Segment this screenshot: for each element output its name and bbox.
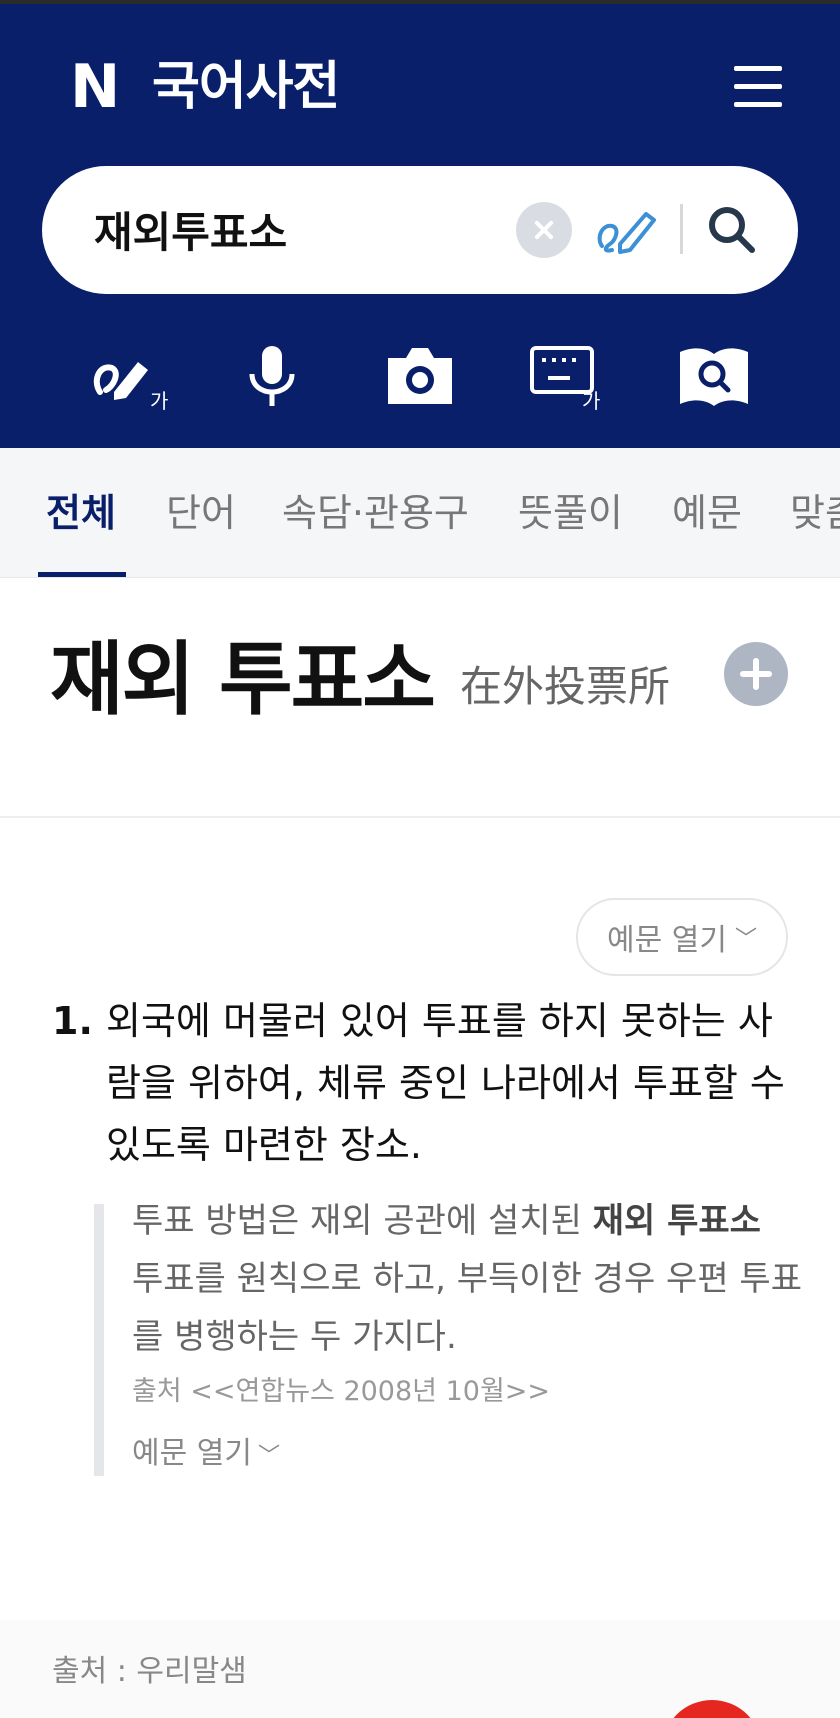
search-bar xyxy=(42,166,798,294)
microphone-icon[interactable] xyxy=(232,340,312,412)
example-source: 출처 <<연합뉴스 2008년 10월>> xyxy=(132,1376,551,1407)
clear-icon[interactable] xyxy=(516,202,572,258)
header: N 국어사전 가 가 xyxy=(0,4,840,448)
svg-text:가: 가 xyxy=(582,389,600,412)
handwriting-icon[interactable] xyxy=(594,200,662,260)
add-to-wordbook-button[interactable] xyxy=(724,642,788,706)
example-before: 투표 방법은 재외 공관에 설치된 xyxy=(132,1201,593,1241)
page-title[interactable]: 국어사전 xyxy=(152,56,340,118)
footer-source: 출처 : 우리말샘 xyxy=(52,1654,247,1689)
tab-all[interactable]: 전체 xyxy=(46,488,116,538)
tab-bar: 전체 단어 속담·관용구 뜻풀이 예문 맞춤 xyxy=(0,448,840,578)
example-open-button[interactable]: 예문 열기 ﹀ xyxy=(576,898,788,976)
example-sentence: 투표 방법은 재외 공관에 설치된 재외 투표소 투표를 원칙으로 하고, 부득… xyxy=(132,1192,802,1366)
chevron-down-icon: ﹀ xyxy=(257,1444,280,1469)
example-more-button[interactable]: 예문 열기 ﹀ xyxy=(132,1434,280,1477)
example-after: 투표를 원칙으로 하고, 부득이한 경우 우편 투표를 병행하는 두 가지다. xyxy=(132,1259,802,1357)
example-quote-bar xyxy=(94,1204,104,1476)
naver-logo[interactable]: N xyxy=(70,57,124,117)
camera-icon[interactable] xyxy=(380,340,460,412)
handwriting-input-icon[interactable]: 가 xyxy=(88,340,168,412)
definition-text: 외국에 머물러 있어 투표를 하지 못하는 사람을 위하여, 체류 중인 나라에… xyxy=(106,999,785,1167)
tab-idiom[interactable]: 속담·관용구 xyxy=(282,488,469,538)
dictionary-search-icon[interactable] xyxy=(674,340,754,412)
entry-word: 재외 투표소 xyxy=(50,633,436,726)
tab-word[interactable]: 단어 xyxy=(166,488,236,538)
keyboard-icon[interactable]: 가 xyxy=(526,340,606,412)
svg-text:가: 가 xyxy=(150,389,168,412)
divider xyxy=(0,816,840,818)
entry-hanja: 在外投票所 xyxy=(460,662,671,711)
search-input[interactable] xyxy=(94,196,514,262)
definition-number: 1. xyxy=(52,999,93,1043)
menu-icon[interactable] xyxy=(734,64,784,110)
tab-meaning[interactable]: 뜻풀이 xyxy=(518,488,623,538)
tab-example[interactable]: 예문 xyxy=(672,488,742,538)
example-more-label: 예문 열기 xyxy=(132,1436,252,1471)
search-icon[interactable] xyxy=(702,200,762,260)
search-separator xyxy=(680,204,683,254)
tab-spelling[interactable]: 맞춤 xyxy=(790,488,840,538)
chevron-down-icon: ﹀ xyxy=(734,927,757,952)
example-open-label: 예문 열기 xyxy=(607,923,727,958)
active-tab-indicator xyxy=(38,572,126,577)
example-highlight: 재외 투표소 xyxy=(592,1201,761,1241)
